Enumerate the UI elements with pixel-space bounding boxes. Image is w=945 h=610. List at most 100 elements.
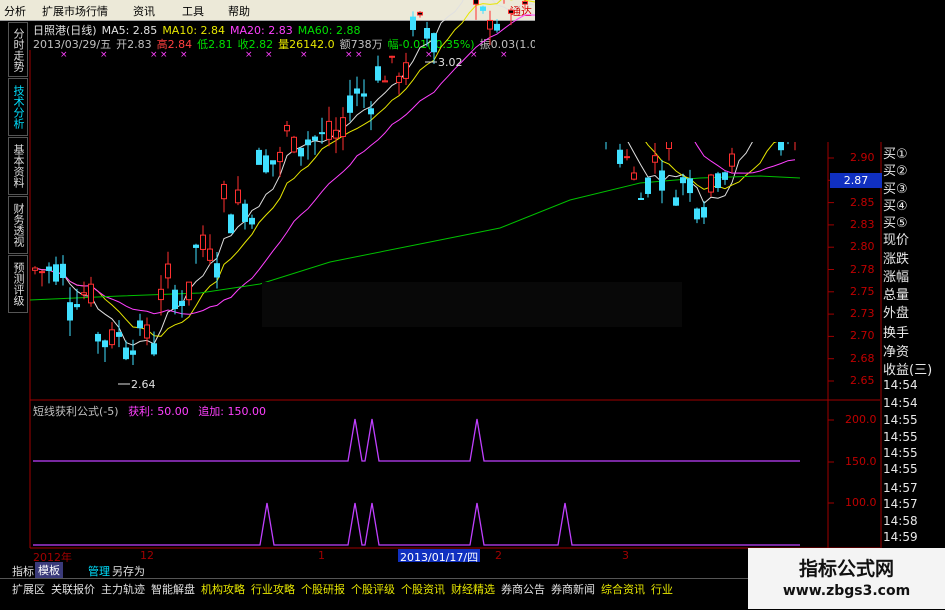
signal-marker: × [355,50,363,60]
signal-marker: × [160,50,168,60]
candle-body [53,264,59,282]
signal-marker: × [180,50,188,60]
candle-body [624,156,630,159]
candle-body [165,263,171,279]
quote-field-label: 总量 [883,288,910,303]
candle-body [778,140,784,151]
candle-body [508,9,514,14]
current-price-badge: 2.87 [830,173,882,188]
candle-body [680,177,686,184]
candle-body [130,350,136,355]
info-tab[interactable]: 券商公告 [501,581,545,597]
candle-body [487,19,493,30]
info-tab[interactable]: 行业 [651,581,673,597]
quote-field-label: 净资 [883,345,910,360]
candle-body [277,151,283,163]
candle-body [694,208,700,220]
trade-time: 14:55 [883,446,918,460]
quote-field-label: 现价 [883,233,910,248]
info-tab[interactable]: 智能解盘 [151,581,195,597]
info-tab[interactable]: 个股资讯 [401,581,445,597]
candle-body [263,155,269,173]
timeline-label: 2 [495,549,502,562]
timeline-label: 1 [318,549,325,562]
info-tab[interactable]: 行业攻略 [251,581,295,597]
signal-marker: × [100,50,108,60]
signal-marker: × [245,50,253,60]
info-tab[interactable]: 券商新闻 [551,581,595,597]
indicator-param-add: 追加: 150.00 [198,405,266,418]
trade-time: 14:57 [883,481,918,495]
candle-body [722,172,728,180]
candle-body [638,197,644,200]
candle-body [368,108,374,115]
candle-body [284,124,290,132]
high-marker-label: 3.02 [438,56,463,69]
signal-marker: × [265,50,273,60]
info-tab[interactable]: 主力轨迹 [101,581,145,597]
toolbar-manage[interactable]: 管理 [88,563,110,579]
signal-marker: × [300,50,308,60]
candle-body [39,271,45,274]
info-tab[interactable]: 财经精选 [451,581,495,597]
candle-body [424,28,430,39]
candle-body [701,207,707,218]
candle-body [116,332,122,337]
candle-body [172,289,178,310]
candle-body [361,93,367,97]
quote-field-label: 换手 [883,326,910,341]
candle-body [81,292,87,296]
black-overlay-top-right [535,0,945,142]
info-tab[interactable]: 关联报价 [51,581,95,597]
info-tab[interactable]: 机构攻略 [201,581,245,597]
indicator-header: 短线获利公式(-5) 获利: 50.00 追加: 150.00 [33,403,266,419]
timeline-label: 12 [140,549,154,562]
trade-time: 14:54 [883,396,918,410]
indicator-param-profit: 获利: 50.00 [128,405,189,418]
candle-body [659,170,665,191]
candle-body [193,244,199,248]
indicator-tick-label: 200.0 [845,413,877,426]
candle-body [494,23,500,31]
candle-body [298,147,304,157]
watermark-url: www.zbgs3.com [782,583,911,599]
indicator-line-upper [33,418,800,462]
candle-body [382,80,388,83]
toolbar-save-as[interactable]: 另存为 [112,563,145,579]
trade-time: 14:55 [883,462,918,476]
quote-field-label: 涨跌 [883,252,910,267]
price-tick-label: 2.83 [850,217,875,231]
candle-body [673,197,679,206]
info-tab[interactable]: 扩展区 [12,581,45,597]
toolbar-template[interactable]: 模板 [35,562,63,578]
candle-body [221,183,227,200]
candle-body [151,343,157,355]
candle-body [333,129,339,139]
candle-body [347,95,353,113]
trade-time: 14:54 [883,378,918,392]
watermark-logo: 指标公式网 www.zbgs3.com [748,548,945,609]
candle-body [214,263,220,278]
info-tab[interactable]: 个股评级 [351,581,395,597]
candle-body [631,172,637,180]
info-tab[interactable]: 个股研报 [301,581,345,597]
trade-time: 14:57 [883,497,918,511]
price-tick-label: 2.73 [850,307,875,321]
candle-body [186,281,192,301]
price-tick-label: 2.85 [850,195,875,209]
candle-body [652,155,658,163]
signal-marker: × [345,50,353,60]
price-tick-label: 2.75 [850,284,875,298]
trade-time: 14:55 [883,413,918,427]
info-tab[interactable]: 综合资讯 [601,581,645,597]
candle-body [389,55,395,58]
indicator-tick-label: 150.0 [845,455,877,468]
toolbar-indicator[interactable]: 指标 [12,563,34,579]
quote-field-label: 外盘 [883,306,910,321]
trade-time: 14:55 [883,430,918,444]
candle-body [326,120,332,140]
candle-body [242,203,248,222]
price-tick-label: 2.68 [850,351,875,365]
trade-time: 14:58 [883,514,918,528]
indicator-title: 短线获利公式(-5) [33,405,119,418]
